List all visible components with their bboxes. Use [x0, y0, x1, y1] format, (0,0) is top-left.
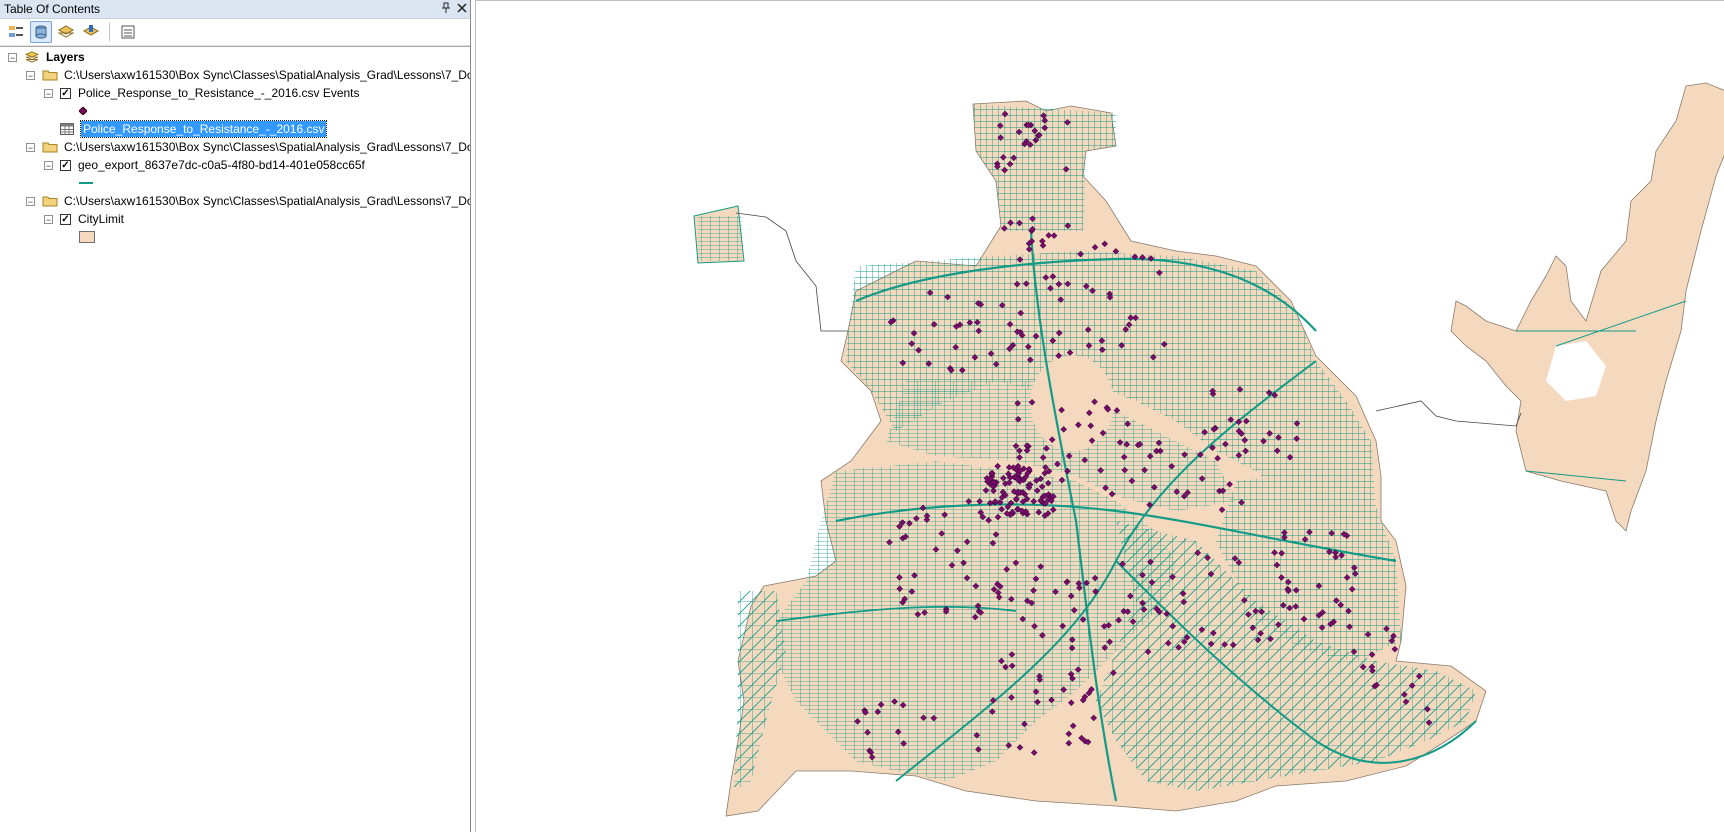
collapse-icon[interactable]: −	[44, 214, 53, 224]
folder-path: C:\Users\axw161530\Box Sync\Classes\Spat…	[64, 68, 470, 82]
table-of-contents-panel: Table Of Contents − Layers − C:\Users\ax…	[0, 0, 471, 832]
options-icon[interactable]	[117, 21, 139, 43]
map-canvas[interactable]	[476, 1, 1724, 832]
table-icon	[60, 123, 74, 135]
tree-root-layers[interactable]: − Layers	[8, 48, 85, 66]
collapse-icon[interactable]: −	[44, 88, 53, 98]
collapse-icon[interactable]: −	[26, 142, 35, 152]
map-view[interactable]	[475, 0, 1724, 832]
layer-row-police-events[interactable]: − ✓ Police_Response_to_Resistance_-_2016…	[44, 84, 360, 102]
close-icon[interactable]	[454, 2, 470, 16]
list-by-visibility-icon[interactable]	[55, 21, 77, 43]
layer-name: Police_Response_to_Resistance_-_2016.csv…	[78, 86, 360, 100]
pin-icon[interactable]	[438, 2, 454, 17]
point-symbol[interactable]	[79, 102, 87, 120]
polygon-symbol[interactable]	[79, 228, 95, 246]
toolbar-separator	[109, 23, 110, 41]
layer-tree: − Layers − C:\Users\axw161530\Box Sync\C…	[0, 46, 470, 833]
layers-icon	[24, 51, 40, 63]
collapse-icon[interactable]: −	[8, 52, 17, 62]
line-symbol[interactable]	[79, 174, 93, 192]
collapse-icon[interactable]: −	[26, 70, 35, 80]
city-limit-east-lake	[1450, 82, 1724, 532]
layer-row-geo-export[interactable]: − ✓ geo_export_8637e7dc-c0a5-4f80-bd14-4…	[44, 156, 365, 174]
point-symbol-icon	[79, 107, 87, 115]
table-row-police-csv[interactable]: Police_Response_to_Resistance_-_2016.csv	[60, 120, 328, 138]
data-source-folder-1[interactable]: − C:\Users\axw161530\Box Sync\Classes\Sp…	[26, 66, 470, 84]
layer-name: CityLimit	[78, 212, 125, 226]
polygon-symbol-icon	[79, 231, 95, 243]
layer-visibility-checkbox[interactable]: ✓	[60, 159, 71, 171]
layer-visibility-checkbox[interactable]: ✓	[60, 213, 71, 225]
toc-toolbar	[0, 19, 470, 46]
toc-title: Table Of Contents	[4, 2, 101, 16]
data-source-folder-3[interactable]: − C:\Users\axw161530\Box Sync\Classes\Sp…	[26, 192, 470, 210]
folder-icon	[42, 196, 58, 207]
layer-row-citylimit[interactable]: − ✓ CityLimit	[44, 210, 124, 228]
data-source-folder-2[interactable]: − C:\Users\axw161530\Box Sync\Classes\Sp…	[26, 138, 470, 156]
collapse-icon[interactable]: −	[44, 160, 53, 170]
selected-table-name[interactable]: Police_Response_to_Resistance_-_2016.csv	[79, 120, 328, 138]
layer-name: geo_export_8637e7dc-c0a5-4f80-bd14-401e0…	[78, 158, 365, 172]
line-symbol-icon	[79, 182, 93, 184]
list-by-source-icon[interactable]	[30, 21, 52, 43]
toc-title-bar: Table Of Contents	[0, 0, 470, 19]
list-by-selection-icon[interactable]	[80, 21, 102, 43]
layer-visibility-checkbox[interactable]: ✓	[60, 87, 71, 99]
list-by-drawing-order-icon[interactable]	[5, 21, 27, 43]
layers-label: Layers	[46, 50, 85, 64]
collapse-icon[interactable]: −	[26, 196, 35, 206]
folder-path: C:\Users\axw161530\Box Sync\Classes\Spat…	[64, 140, 470, 154]
folder-icon	[42, 142, 58, 153]
folder-path: C:\Users\axw161530\Box Sync\Classes\Spat…	[64, 194, 470, 208]
folder-icon	[42, 70, 58, 81]
